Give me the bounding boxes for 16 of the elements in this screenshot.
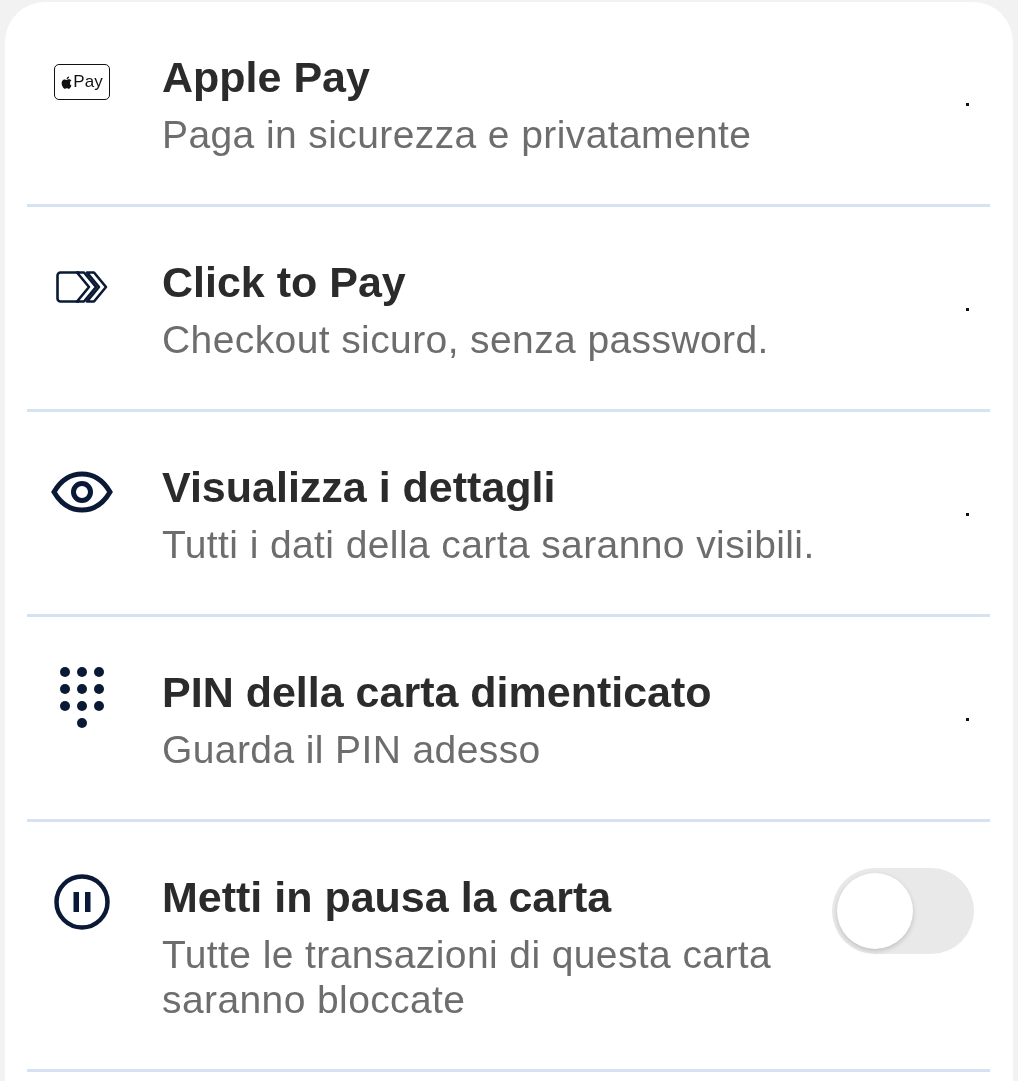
eye-icon <box>51 471 113 513</box>
item-description: Paga in sicurezza e privatamente <box>162 112 753 157</box>
double-chevron-icon <box>55 270 109 304</box>
apple-icon <box>61 75 73 89</box>
item-description: Guarda il PIN adesso <box>162 727 542 772</box>
item-description: Tutti i dati della carta saranno visibili. <box>162 522 816 567</box>
pause-icon <box>54 874 110 930</box>
item-title: Metti in pausa la carta <box>162 872 613 922</box>
item-title: Apple Pay <box>162 52 371 102</box>
item-title: Click to Pay <box>162 257 407 307</box>
item-description: Tutte le transazioni di questa carta saranno bloccate <box>162 932 773 1022</box>
item-title: PIN della carta dimenticato <box>162 667 713 717</box>
logo-text: Pay <box>73 72 103 92</box>
keypad-icon <box>60 666 104 728</box>
item-description: Checkout sicuro, senza password. <box>162 317 770 362</box>
item-title: Visualizza i dettagli <box>162 462 557 512</box>
